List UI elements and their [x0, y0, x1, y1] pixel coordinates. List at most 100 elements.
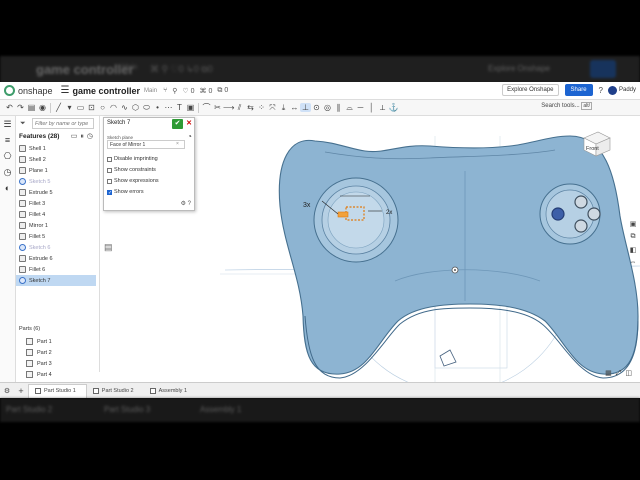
- avatar[interactable]: [607, 85, 617, 95]
- clear-plane-icon[interactable]: ×: [176, 141, 179, 147]
- named-views-icon[interactable]: ▣: [628, 220, 638, 233]
- feature-item[interactable]: Plane 1: [16, 165, 96, 176]
- appearance-nav-icon[interactable]: ◐: [0, 180, 15, 196]
- sketch-tool-icon[interactable]: ◉: [37, 103, 48, 112]
- dialog-option[interactable]: ✓ Show errors: [107, 189, 144, 195]
- mirror-tool-icon[interactable]: ⇆: [245, 103, 256, 112]
- option-checkbox[interactable]: [107, 156, 112, 162]
- feature-filter-input[interactable]: [32, 118, 94, 129]
- option-checkbox[interactable]: [107, 167, 112, 173]
- feature-item[interactable]: Fillet 3: [16, 198, 96, 209]
- history-nav-icon[interactable]: ◷: [0, 164, 15, 180]
- feature-item[interactable]: Sketch 5: [16, 176, 96, 187]
- fix-tool-icon[interactable]: ⚓: [388, 103, 399, 112]
- document-title[interactable]: game controller: [73, 86, 141, 96]
- dim-label-3x[interactable]: 3x: [303, 202, 311, 209]
- perpendicular-tool-icon[interactable]: ⟂: [377, 103, 388, 113]
- concentric-tool-icon[interactable]: ◎: [322, 103, 333, 112]
- vertical-tool-icon[interactable]: │: [366, 103, 377, 112]
- text-tool-icon[interactable]: T: [174, 103, 185, 112]
- dialog-footer-icons[interactable]: ⚙ ?: [181, 200, 191, 207]
- filter-icon[interactable]: ⏷: [20, 120, 26, 128]
- explore-onshape-button[interactable]: Explore Onshape: [502, 84, 559, 96]
- share-button[interactable]: Share: [564, 84, 593, 96]
- undo-icon[interactable]: ↶: [4, 103, 15, 112]
- feature-item[interactable]: Extrude 5: [16, 187, 96, 198]
- ellipse-tool-icon[interactable]: ⬭: [141, 103, 152, 113]
- dialog-option[interactable]: Show expressions: [107, 178, 159, 184]
- view-options-icon[interactable]: ⧉: [628, 233, 638, 246]
- sketch-plane-icon[interactable]: ◔: [187, 132, 192, 141]
- feature-list-nav-icon[interactable]: ☰: [0, 116, 15, 132]
- tab-manager-icon[interactable]: ⚙: [0, 387, 14, 395]
- help-icon[interactable]: ?: [599, 86, 603, 95]
- transform-tool-icon[interactable]: ⤧: [267, 103, 278, 113]
- link-count-icon[interactable]: ⌘ 0: [200, 87, 213, 95]
- feature-item[interactable]: Fillet 4: [16, 209, 96, 220]
- offset-tool-icon[interactable]: ⫽: [234, 103, 245, 113]
- use-tool-icon[interactable]: ⤓: [278, 103, 289, 113]
- tangent-tool-icon[interactable]: ⌓: [344, 103, 355, 113]
- feature-item[interactable]: Sketch 6: [16, 242, 96, 253]
- dialog-option[interactable]: Show constraints: [107, 167, 156, 173]
- zoom-fit-icon[interactable]: ⤢: [616, 370, 626, 377]
- point-tool-icon[interactable]: •: [152, 103, 163, 112]
- table-icon[interactable]: ▤: [104, 242, 113, 253]
- part-item[interactable]: Part 4: [26, 369, 96, 380]
- variables-nav-icon[interactable]: ≡: [0, 132, 15, 148]
- feature-tools[interactable]: ▭⏸◷: [71, 132, 96, 141]
- render-mode-icon[interactable]: ▦: [605, 370, 616, 377]
- versions-icon[interactable]: ⑂: [163, 87, 167, 94]
- pattern-tool-icon[interactable]: ⁘: [256, 103, 267, 112]
- accept-check-icon[interactable]: ✔: [172, 119, 183, 129]
- user-name[interactable]: Paddy: [619, 87, 636, 93]
- search-tools[interactable]: Search tools... alt/: [541, 102, 592, 110]
- option-checkbox[interactable]: ✓: [107, 189, 112, 195]
- arc-tool-icon[interactable]: ◠: [108, 103, 119, 112]
- horizontal-tool-icon[interactable]: ─: [355, 103, 366, 112]
- coincident-tool-icon[interactable]: ⊙: [311, 103, 322, 112]
- dim-label-2x[interactable]: 2x: [386, 210, 392, 216]
- rectangle-tool-icon[interactable]: ▭: [75, 103, 86, 112]
- line-dropdown-icon[interactable]: ▾: [64, 103, 75, 112]
- redo-icon[interactable]: ↷: [15, 103, 26, 112]
- feature-item[interactable]: Sketch 7: [16, 275, 96, 286]
- feature-item[interactable]: Fillet 6: [16, 264, 96, 275]
- constraint-tool-icon[interactable]: ⊥: [300, 103, 311, 112]
- onshape-logo[interactable]: onshape: [4, 85, 61, 96]
- dialog-title[interactable]: Sketch 7: [107, 120, 130, 126]
- display-icon[interactable]: ◫: [625, 370, 636, 377]
- feature-item[interactable]: Shell 2: [16, 154, 96, 165]
- measure-icon[interactable]: ⇔: [628, 259, 638, 272]
- copy-icon[interactable]: ⧉ 0: [217, 87, 228, 95]
- part-item[interactable]: Part 2: [26, 347, 96, 358]
- extend-tool-icon[interactable]: ⟶: [223, 103, 234, 112]
- section-view-icon[interactable]: ◧: [628, 246, 638, 259]
- sketch-plane-field[interactable]: Face of Mirror 1: [107, 140, 185, 149]
- document-tab[interactable]: Part Studio 2: [87, 384, 144, 398]
- part-item[interactable]: Part 3: [26, 358, 96, 369]
- document-tab[interactable]: Part Studio 1: [28, 383, 87, 398]
- image-tool-icon[interactable]: ▣: [185, 103, 196, 112]
- parts-header[interactable]: Parts (6): [19, 326, 40, 332]
- menu-icon[interactable]: ☰: [61, 85, 70, 96]
- cancel-x-icon[interactable]: ✕: [186, 119, 192, 127]
- circle-tool-icon[interactable]: ○: [97, 103, 108, 112]
- dimension-tool-icon[interactable]: ↔: [289, 103, 300, 112]
- branch-label[interactable]: Main: [144, 88, 157, 94]
- configurations-nav-icon[interactable]: ⎔: [0, 148, 15, 164]
- center-rect-tool-icon[interactable]: ⊡: [86, 103, 97, 112]
- polygon-tool-icon[interactable]: ⬡: [130, 103, 141, 112]
- add-tab-icon[interactable]: +: [14, 386, 28, 396]
- fillet-tool-icon[interactable]: ⌒: [201, 102, 212, 113]
- construction-tool-icon[interactable]: ⋯: [163, 103, 174, 112]
- button-cluster[interactable]: [539, 183, 601, 245]
- document-tab[interactable]: Assembly 1: [144, 384, 197, 398]
- parallel-tool-icon[interactable]: ∥: [333, 103, 344, 112]
- feature-list-icon[interactable]: ▤: [26, 103, 37, 112]
- feature-item[interactable]: Shell 1: [16, 143, 96, 154]
- feature-item[interactable]: Fillet 5: [16, 231, 96, 242]
- feature-item[interactable]: Extrude 6: [16, 253, 96, 264]
- view-cube-label[interactable]: Front: [586, 146, 599, 152]
- spline-tool-icon[interactable]: ∿: [119, 103, 130, 112]
